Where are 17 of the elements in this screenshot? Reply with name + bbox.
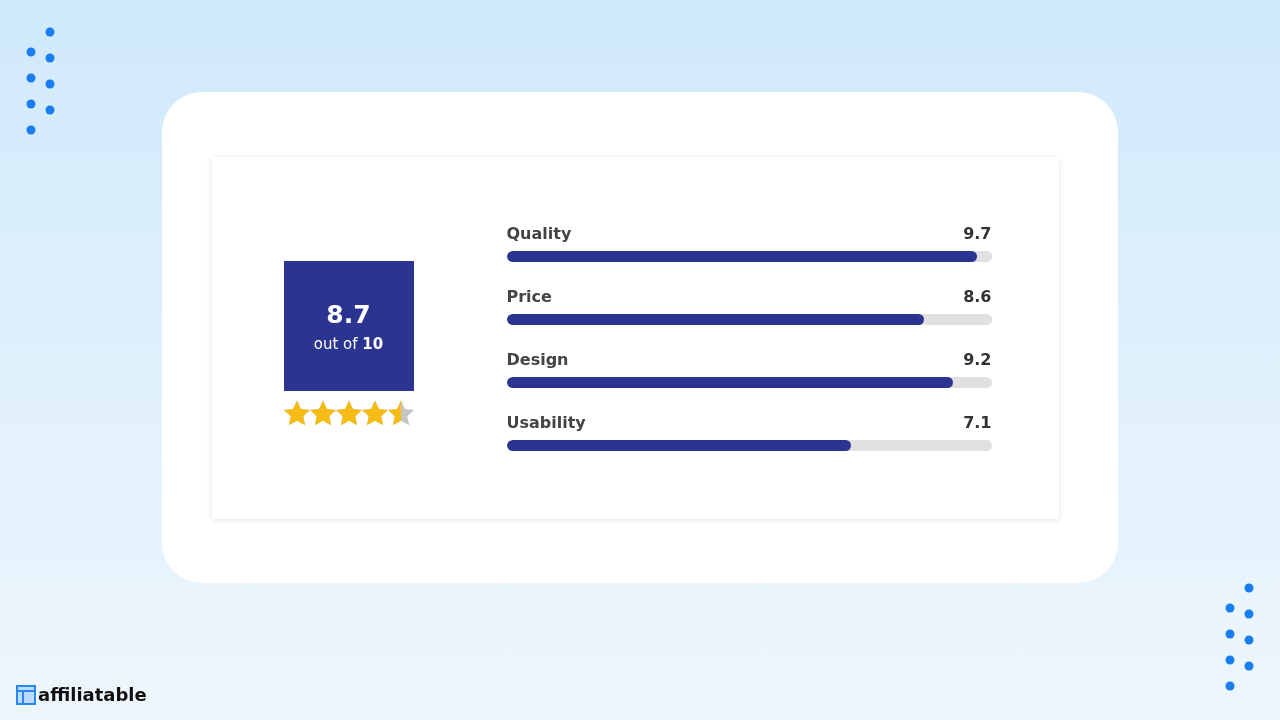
star-icon [387, 400, 414, 426]
criterion-label: Quality [506, 224, 572, 243]
score-scale: out of 10 [313, 334, 384, 353]
criterion-score: 7.1 [963, 413, 992, 432]
star-icon [335, 400, 362, 426]
criterion-score: 9.2 [963, 350, 992, 369]
brand-name: affiliatable [38, 684, 147, 705]
criterion-label: Design [506, 350, 569, 369]
star-icon [283, 400, 310, 426]
criterion-score: 9.7 [963, 224, 992, 243]
table-icon [16, 684, 36, 705]
star-icon [309, 400, 336, 426]
score-value: 8.7 [326, 299, 371, 329]
criterion-score: 8.6 [963, 287, 992, 306]
criterion-label: Usability [506, 413, 586, 432]
star-icon [361, 400, 388, 426]
criterion-label: Price [506, 287, 552, 306]
